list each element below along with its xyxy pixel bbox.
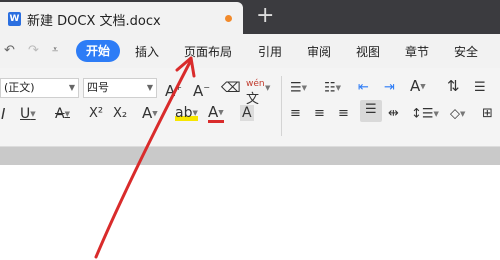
align-center-icon[interactable]: ≡ — [314, 106, 325, 122]
chevron-down-icon: ▼ — [68, 83, 75, 92]
strikethrough-icon[interactable]: A▼ — [55, 106, 70, 122]
title-bar: W 新建 DOCX 文档.docx + — [0, 0, 500, 34]
phonetic-label: wén — [246, 79, 265, 89]
italic-icon[interactable]: I — [1, 106, 5, 122]
align-left-icon[interactable]: ≡ — [290, 106, 301, 122]
paragraph-spacing-icon[interactable]: ↕☰▼ — [411, 106, 439, 123]
unsaved-dot-icon — [225, 15, 232, 22]
document-page[interactable] — [0, 165, 500, 260]
undo-icon[interactable]: ↶ — [4, 43, 15, 58]
tab-section[interactable]: 章节 — [405, 43, 429, 60]
document-title: 新建 DOCX 文档.docx — [27, 14, 161, 29]
font-color-icon[interactable]: A▼ — [208, 105, 224, 123]
redo-icon[interactable]: ↷ — [28, 43, 39, 58]
tab-references[interactable]: 引用 — [258, 43, 282, 60]
justify-icon[interactable]: ☰ — [360, 100, 382, 122]
font-name-value: (正文) — [4, 81, 35, 94]
menu-bar: ↶ ↷ ⩡ 开始 插入 页面布局 引用 审阅 视图 章节 安全 — [0, 34, 500, 68]
document-ruler-band — [0, 147, 500, 165]
tab-view[interactable]: 视图 — [356, 43, 380, 60]
font-name-select[interactable]: (正文) ▼ — [0, 78, 79, 98]
text-effect-icon[interactable]: A▼ — [142, 105, 158, 122]
highlight-icon[interactable]: ab▼ — [175, 105, 198, 121]
align-right-icon[interactable]: ≡ — [338, 106, 349, 122]
chevron-down-icon[interactable]: ▼ — [265, 80, 270, 96]
sort-icon[interactable]: ⇅ — [447, 78, 460, 94]
line-spacing-icon[interactable]: ☰ — [474, 80, 486, 96]
subscript-icon[interactable]: X₂ — [113, 106, 127, 122]
chevron-down-icon: ▼ — [146, 83, 153, 92]
grow-font-icon[interactable]: A+ — [165, 80, 182, 99]
justify-glyph-icon: ☰ — [365, 102, 377, 117]
borders-icon[interactable]: ⊞ — [482, 106, 493, 122]
tab-insert[interactable]: 插入 — [135, 43, 159, 60]
distributed-align-icon[interactable]: ⇹ — [388, 106, 399, 122]
shrink-font-icon[interactable]: A− — [193, 80, 210, 99]
new-tab-button[interactable]: + — [256, 4, 274, 28]
clear-format-icon[interactable]: ⌫ — [221, 80, 241, 96]
bullet-list-icon[interactable]: ☰▼ — [290, 80, 307, 97]
decrease-indent-icon[interactable]: ⇤ — [358, 80, 369, 96]
tab-security[interactable]: 安全 — [454, 43, 478, 60]
document-tab[interactable]: W 新建 DOCX 文档.docx — [0, 2, 243, 34]
tab-page-layout[interactable]: 页面布局 — [184, 43, 232, 60]
font-size-select[interactable]: 四号 ▼ — [83, 78, 157, 98]
tab-review[interactable]: 审阅 — [307, 43, 331, 60]
change-case-icon[interactable]: A▼ — [410, 78, 426, 95]
shading-fill-icon[interactable]: ◇▼ — [450, 106, 465, 123]
increase-indent-icon[interactable]: ⇥ — [384, 80, 395, 96]
char-shading-icon[interactable]: A — [240, 105, 254, 121]
divider — [281, 76, 282, 136]
writer-doc-icon: W — [8, 12, 21, 26]
underline-icon[interactable]: U▼ — [20, 106, 36, 122]
font-size-value: 四号 — [87, 81, 109, 94]
numbered-list-icon[interactable]: ☷▼ — [324, 80, 341, 97]
ribbon: (正文) ▼ 四号 ▼ A+ A− ⌫ wén 文 ▼ ☰▼ ☷▼ ⇤ ⇥ A▼ … — [0, 68, 500, 147]
customize-toolbar-icon[interactable]: ⩡ — [52, 43, 58, 57]
superscript-icon[interactable]: X² — [89, 106, 103, 122]
tab-home[interactable]: 开始 — [76, 40, 120, 62]
